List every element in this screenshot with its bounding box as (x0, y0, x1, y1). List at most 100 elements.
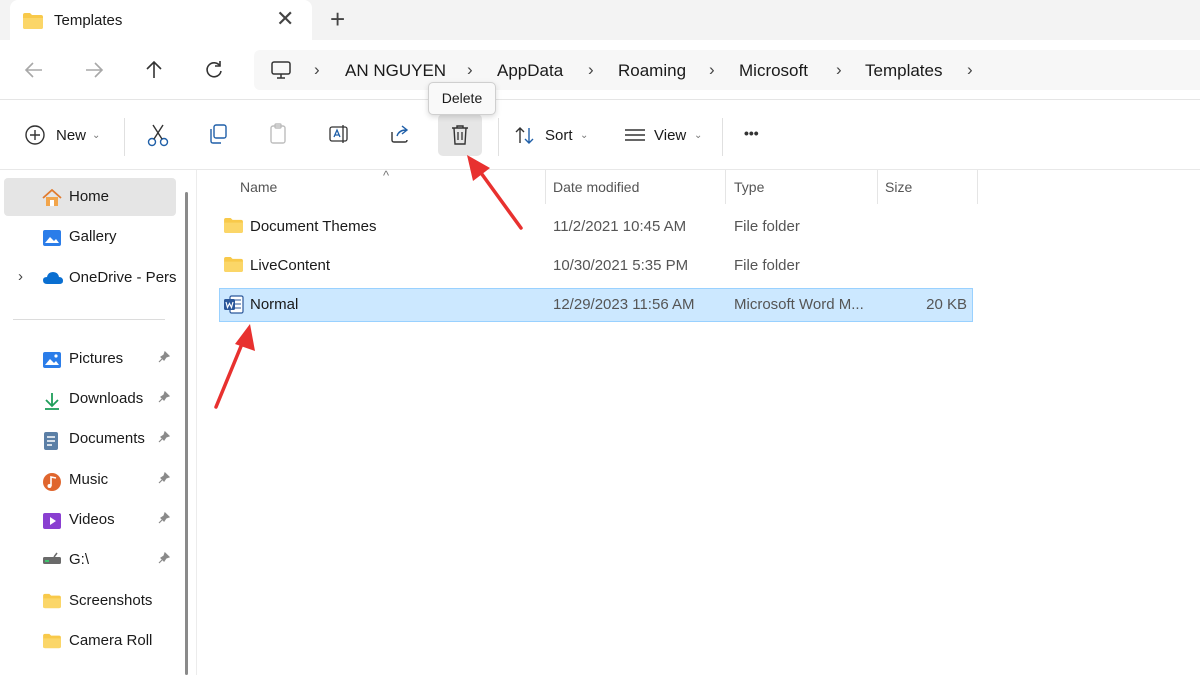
tab-bar: Templates ✕ + (0, 0, 1200, 40)
breadcrumb-separator[interactable]: › (314, 60, 320, 80)
file-date: 12/29/2023 11:56 AM (553, 296, 695, 313)
folder-icon (223, 256, 244, 276)
rename-icon (329, 125, 348, 143)
sort-icon (514, 125, 536, 150)
folder-icon (42, 633, 62, 651)
view-button[interactable]: View ⌄ (624, 122, 708, 150)
sidebar-item-documents[interactable]: Documents (4, 420, 176, 458)
column-header-size[interactable]: Size (877, 170, 977, 204)
sidebar-item-label: Camera Roll (69, 632, 153, 649)
breadcrumb-separator[interactable]: › (588, 60, 594, 80)
file-list: Name ^ Date modified Type Size Document … (197, 168, 1200, 675)
word-document-icon (223, 295, 244, 317)
sort-label: Sort (545, 127, 573, 144)
sidebar-item-videos[interactable]: Videos (4, 501, 176, 539)
toolbar-divider (498, 118, 499, 156)
breadcrumb-roaming[interactable]: Roaming (618, 61, 686, 81)
document-icon (42, 431, 62, 450)
new-tab-button[interactable]: + (330, 6, 345, 32)
monitor-icon[interactable] (270, 59, 292, 84)
plus-circle-icon (24, 124, 46, 149)
breadcrumb-separator[interactable]: › (836, 60, 842, 80)
home-icon (42, 188, 62, 207)
chevron-down-icon: ⌄ (694, 130, 703, 141)
pin-icon[interactable] (158, 350, 171, 366)
file-size: 20 KB (926, 296, 967, 313)
more-options-button[interactable]: ••• (744, 122, 774, 150)
clipboard-icon (270, 123, 286, 144)
sidebar-item-pictures[interactable]: Pictures (4, 340, 176, 378)
pin-icon[interactable] (158, 511, 171, 527)
paste-button[interactable] (266, 122, 290, 150)
view-label: View (654, 127, 687, 144)
usb-drive-icon (42, 552, 62, 570)
copy-button[interactable] (206, 122, 230, 150)
back-button[interactable] (22, 58, 46, 82)
list-item[interactable]: Document Themes 11/2/2021 10:45 AM File … (219, 210, 973, 244)
scissors-icon (147, 124, 169, 147)
sidebar-item-label: Gallery (69, 228, 117, 245)
trash-icon (449, 123, 471, 150)
sidebar-item-camera-roll[interactable]: Camera Roll (4, 622, 176, 660)
navigation-pane: Home Gallery › OneDrive - Personal Pictu… (0, 170, 197, 675)
pin-icon[interactable] (158, 430, 171, 446)
tab-title: Templates (54, 12, 123, 29)
forward-button[interactable] (82, 58, 106, 82)
breadcrumb-separator[interactable]: › (709, 60, 715, 80)
pin-icon[interactable] (158, 551, 171, 567)
breadcrumb-an-nguyen[interactable]: AN NGUYEN (345, 61, 446, 81)
column-header-label: Date modified (553, 179, 640, 195)
folder-icon (223, 217, 244, 237)
breadcrumb-separator[interactable]: › (967, 60, 973, 80)
breadcrumb-separator[interactable]: › (467, 60, 473, 80)
cloud-icon (42, 270, 63, 288)
refresh-button[interactable] (202, 58, 226, 82)
sidebar-item-music[interactable]: Music (4, 461, 176, 499)
sidebar-item-home[interactable]: Home (4, 178, 176, 216)
column-header-date-modified[interactable]: Date modified (545, 170, 725, 204)
video-icon (42, 512, 62, 530)
sidebar-item-label: Screenshots (69, 592, 153, 609)
gallery-icon (42, 229, 62, 247)
close-tab-button[interactable]: ✕ (276, 8, 294, 30)
file-date: 11/2/2021 10:45 AM (553, 218, 687, 235)
column-header-name[interactable]: Name ^ (219, 168, 545, 204)
rename-button[interactable] (327, 122, 351, 150)
column-header-label: Size (885, 179, 913, 195)
sidebar-item-label: OneDrive - Personal (69, 269, 176, 286)
sidebar-item-label: Home (69, 188, 110, 205)
sidebar-item-screenshots[interactable]: Screenshots (4, 582, 176, 620)
breadcrumb-appdata[interactable]: AppData (497, 61, 563, 81)
folder-icon (22, 12, 44, 33)
sort-button[interactable]: Sort ⌄ (514, 122, 594, 150)
file-name: Document Themes (250, 218, 377, 235)
folder-icon (42, 669, 62, 675)
pin-icon[interactable] (158, 390, 171, 406)
sidebar-scrollbar[interactable] (185, 192, 188, 675)
download-icon (42, 391, 62, 410)
new-button[interactable]: New ⌄ (24, 122, 110, 150)
up-button[interactable] (142, 58, 166, 82)
sidebar-item-g-drive[interactable]: G:\ (4, 541, 176, 579)
file-type: Microsoft Word M... (734, 296, 864, 313)
address-bar[interactable]: › AN NGUYEN › AppData › Roaming › Micros… (254, 50, 1200, 90)
chevron-right-icon[interactable]: › (18, 268, 23, 285)
pictures-icon (42, 351, 62, 369)
address-row: › AN NGUYEN › AppData › Roaming › Micros… (0, 40, 1200, 100)
share-button[interactable] (388, 122, 412, 150)
sidebar-item-gallery[interactable]: Gallery (4, 218, 176, 256)
delete-button[interactable] (438, 114, 482, 156)
sidebar-item-onedrive[interactable]: › OneDrive - Personal (4, 259, 176, 297)
pin-icon[interactable] (158, 471, 171, 487)
file-name: Normal (250, 296, 299, 313)
column-separator[interactable] (977, 170, 978, 204)
sidebar-item-downloads[interactable]: Downloads (4, 380, 176, 418)
cut-button[interactable] (146, 122, 170, 150)
breadcrumb-microsoft[interactable]: Microsoft (739, 61, 808, 81)
list-item-selected[interactable]: Normal 12/29/2023 11:56 AM Microsoft Wor… (219, 288, 973, 322)
column-header-type[interactable]: Type (725, 170, 877, 204)
breadcrumb-templates[interactable]: Templates (865, 61, 942, 81)
list-item[interactable]: LiveContent 10/30/2021 5:35 PM File fold… (219, 249, 973, 283)
tab-templates[interactable]: Templates ✕ (10, 0, 312, 40)
toolbar-divider (124, 118, 125, 156)
